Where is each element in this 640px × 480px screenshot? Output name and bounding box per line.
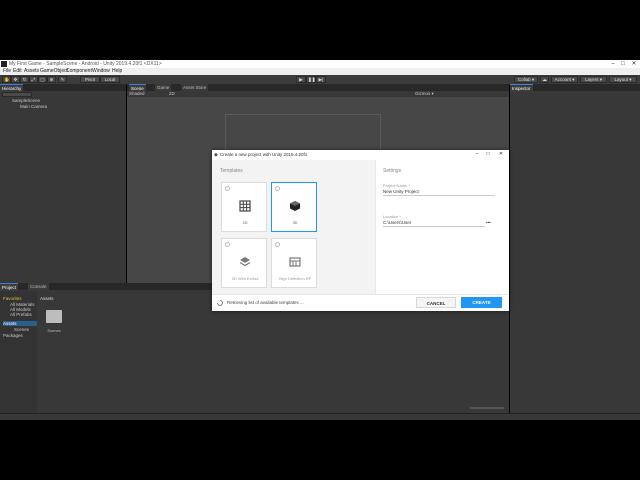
dialog-maximize-button[interactable]: □ — [484, 151, 492, 158]
templates-section: Templates 2D 3D 3D With Extras High Defi… — [212, 160, 375, 294]
template-radio[interactable] — [275, 186, 280, 191]
project-name-label: Project Name * — [383, 183, 410, 188]
status-message: Retrieving list of available templates .… — [227, 300, 304, 305]
cancel-button[interactable]: CANCEL — [416, 297, 456, 308]
settings-heading: Settings — [383, 168, 402, 174]
template-card-3d[interactable]: 3D — [271, 182, 317, 232]
template-radio[interactable] — [275, 242, 280, 247]
grid-icon — [239, 200, 251, 212]
hdrp-icon — [289, 257, 301, 267]
dialog-close-button[interactable]: ✕ — [497, 151, 505, 158]
location-label: Location * — [383, 214, 401, 219]
dialog-minimize-button[interactable]: – — [473, 151, 481, 158]
location-browse-button[interactable]: ••• — [486, 220, 491, 225]
dialog-footer: Retrieving list of available templates .… — [212, 294, 509, 311]
template-radio[interactable] — [225, 186, 230, 191]
template-label: 3D — [292, 220, 298, 225]
template-card-2d[interactable]: 2D — [221, 182, 267, 232]
template-label: High Definition RP — [278, 276, 312, 281]
template-label: 2D — [242, 220, 248, 225]
create-button[interactable]: CREATE — [461, 297, 502, 308]
template-radio[interactable] — [225, 242, 230, 247]
template-card-3d-with-extras[interactable]: 3D With Extras — [221, 238, 267, 288]
layers-icon — [239, 257, 251, 267]
project-name-input[interactable]: New Unity Project — [383, 189, 495, 196]
templates-heading: Templates — [220, 168, 243, 174]
location-input[interactable]: C:\Users\User — [383, 220, 485, 227]
create-project-dialog: ◆ Create a new project with Unity 2019.4… — [212, 150, 509, 311]
cube-icon — [290, 201, 300, 211]
spinner-icon — [217, 300, 223, 306]
settings-section: Settings Project Name * New Unity Projec… — [375, 160, 509, 294]
unity-hub-icon: ◆ — [214, 152, 218, 158]
dialog-title: Create a new project with Unity 2019.4.2… — [220, 152, 308, 157]
template-card-hdrp[interactable]: High Definition RP — [271, 238, 317, 288]
template-label: 3D With Extras — [231, 276, 259, 281]
